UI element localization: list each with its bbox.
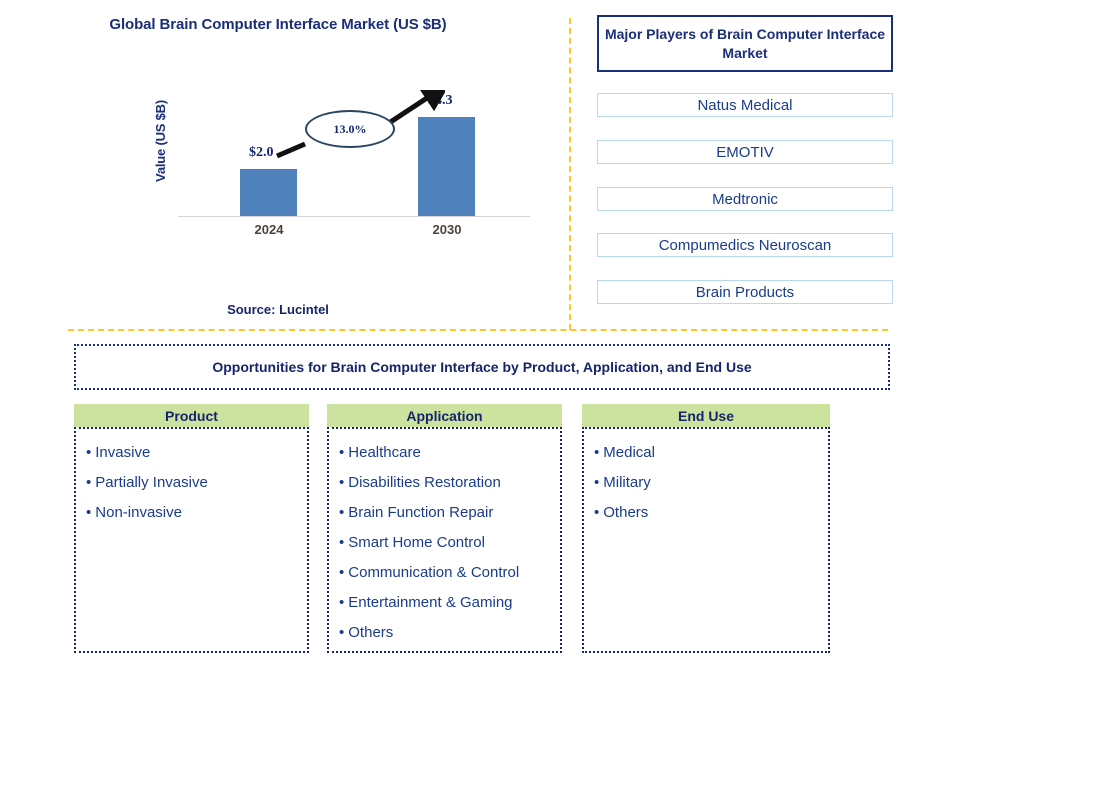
player-name: Brain Products	[695, 283, 795, 301]
bullet-icon: •	[339, 534, 345, 551]
bar-value-2030: $4.3	[428, 93, 453, 108]
player-item-medtronic[interactable]: Medtronic	[597, 187, 893, 211]
list-item: • Entertainment & Gaming	[339, 588, 550, 618]
list-item-label: Disabilities Restoration	[348, 474, 501, 491]
list-item-label: Invasive	[95, 444, 151, 461]
segment-header-product: Product	[74, 404, 309, 427]
list-item: • Communication & Control	[339, 558, 550, 588]
bullet-icon: •	[339, 564, 345, 581]
list-item: • Partially Invasive	[86, 468, 297, 498]
segment-body-product: • Invasive • Partially Invasive • Non-invas…	[74, 427, 309, 653]
list-item-label: Military	[603, 474, 651, 491]
bullet-icon: •	[594, 444, 600, 461]
player-name: Compumedics Neuroscan	[658, 236, 832, 254]
list-item: • Disabilities Restoration	[339, 468, 550, 498]
list-item-label: Non-invasive	[95, 504, 182, 521]
segment-column-product: Product • Invasive • Partially Invasive • N…	[74, 404, 309, 653]
major-players-header-text: Major Players of Brain Computer Interfac…	[604, 25, 886, 61]
cagr-value: 13.0%	[333, 121, 367, 136]
bullet-icon: •	[594, 474, 600, 491]
segment-body-application: • Healthcare • Disabilities Restoration • B…	[327, 427, 562, 653]
list-item-label: Partially Invasive	[95, 474, 208, 491]
list-item: • Military	[594, 468, 818, 498]
player-name: Medtronic	[712, 190, 778, 208]
bar-2024	[240, 169, 297, 216]
list-item-label: Healthcare	[348, 444, 421, 461]
list-item-label: Medical	[603, 444, 655, 461]
chart-y-axis-label: Value (US $B)	[153, 100, 168, 182]
list-item: • Others	[594, 498, 818, 528]
list-item-label: Brain Function Repair	[348, 504, 494, 521]
bar-value-2024: $2.0	[249, 145, 274, 160]
bullet-icon: •	[339, 624, 345, 641]
list-item-label: Entertainment & Gaming	[348, 594, 513, 611]
list-item-label: Others	[348, 624, 394, 641]
segment-header-end-use: End Use	[582, 404, 830, 427]
segment-header-label: Application	[406, 407, 483, 424]
opportunities-banner: Opportunities for Brain Computer Interfa…	[74, 344, 890, 390]
bar-2030	[418, 117, 475, 216]
horizontal-divider	[68, 329, 888, 331]
player-item-brain-products[interactable]: Brain Products	[597, 280, 893, 304]
player-name: Natus Medical	[697, 96, 793, 114]
x-tick-2030: 2030	[432, 222, 462, 237]
cagr-annotation: 13.0%	[305, 110, 395, 148]
segment-column-application: Application • Healthcare • Disabilities Re…	[327, 404, 562, 653]
player-name: EMOTIV	[716, 143, 774, 161]
bullet-icon: •	[339, 504, 345, 521]
chart-axis-baseline	[178, 216, 530, 217]
bullet-icon: •	[86, 474, 92, 491]
list-item: • Smart Home Control	[339, 528, 550, 558]
list-item: • Non-invasive	[86, 498, 297, 528]
list-item: • Brain Function Repair	[339, 498, 550, 528]
list-item-label: Others	[603, 504, 649, 521]
player-item-compumedics-neuroscan[interactable]: Compumedics Neuroscan	[597, 233, 893, 257]
opportunities-banner-text: Opportunities for Brain Computer Interfa…	[212, 359, 752, 375]
bullet-icon: •	[86, 504, 92, 521]
source-label: Source: Lucintel	[227, 302, 329, 317]
chart-title: Global Brain Computer Interface Market (…	[109, 16, 447, 33]
list-item: • Healthcare	[339, 438, 550, 468]
player-item-emotiv[interactable]: EMOTIV	[597, 140, 893, 164]
list-item: • Medical	[594, 438, 818, 468]
list-item-label: Smart Home Control	[348, 534, 485, 551]
segment-body-end-use: • Medical • Military • Others	[582, 427, 830, 653]
list-item: • Others	[339, 618, 550, 648]
bullet-icon: •	[339, 474, 345, 491]
bullet-icon: •	[86, 444, 92, 461]
major-players-header: Major Players of Brain Computer Interfac…	[597, 15, 893, 72]
bullet-icon: •	[339, 594, 345, 611]
x-tick-2024: 2024	[254, 222, 284, 237]
segment-column-end-use: End Use • Medical • Military • Others	[582, 404, 830, 653]
vertical-divider	[569, 18, 571, 330]
list-item-label: Communication & Control	[348, 564, 520, 581]
list-item: • Invasive	[86, 438, 297, 468]
bullet-icon: •	[339, 444, 345, 461]
player-item-natus-medical[interactable]: Natus Medical	[597, 93, 893, 117]
segment-header-label: End Use	[677, 407, 734, 424]
segment-header-application: Application	[327, 404, 562, 427]
segment-header-label: Product	[165, 407, 218, 424]
bullet-icon: •	[594, 504, 600, 521]
